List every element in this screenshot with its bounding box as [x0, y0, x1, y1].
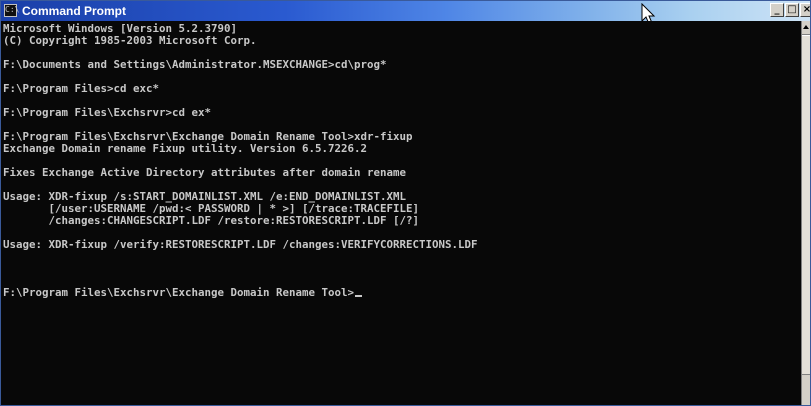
console-output[interactable]: Microsoft Windows [Version 5.2.3790] (C) … — [1, 21, 803, 405]
window-title: Command Prompt — [22, 4, 127, 18]
window-controls: _ □ × — [770, 3, 810, 17]
console-line: F:\Program Files\Exchsrvr>cd ex* — [3, 106, 212, 119]
title-bar[interactable]: C:\ Command Prompt _ □ × — [1, 1, 810, 21]
minimize-button[interactable]: _ — [770, 3, 784, 17]
text-cursor — [355, 295, 363, 297]
maximize-button[interactable]: □ — [785, 3, 799, 17]
console-line: /changes:CHANGESCRIPT.LDF /restore:RESTO… — [3, 214, 420, 227]
close-button[interactable]: × — [800, 3, 810, 17]
vertical-scrollbar[interactable] — [801, 21, 810, 405]
command-prompt-window: C:\ Command Prompt _ □ × Microsoft Windo… — [0, 0, 811, 406]
command-prompt-icon[interactable]: C:\ — [4, 4, 19, 17]
scroll-up-arrow-icon[interactable] — [802, 21, 810, 35]
console-line: Usage: XDR-fixup /verify:RESTORESCRIPT.L… — [3, 238, 478, 251]
scroll-thumb[interactable] — [802, 35, 810, 375]
console-line: Exchange Domain rename Fixup utility. Ve… — [3, 142, 368, 155]
console-line: F:\Documents and Settings\Administrator.… — [3, 58, 387, 71]
console-line: F:\Program Files>cd exc* — [3, 82, 160, 95]
prompt-line: F:\Program Files\Exchsrvr\Exchange Domai… — [3, 287, 803, 299]
console-line: (C) Copyright 1985-2003 Microsoft Corp. — [3, 34, 257, 47]
console-line: Fixes Exchange Active Directory attribut… — [3, 166, 407, 179]
